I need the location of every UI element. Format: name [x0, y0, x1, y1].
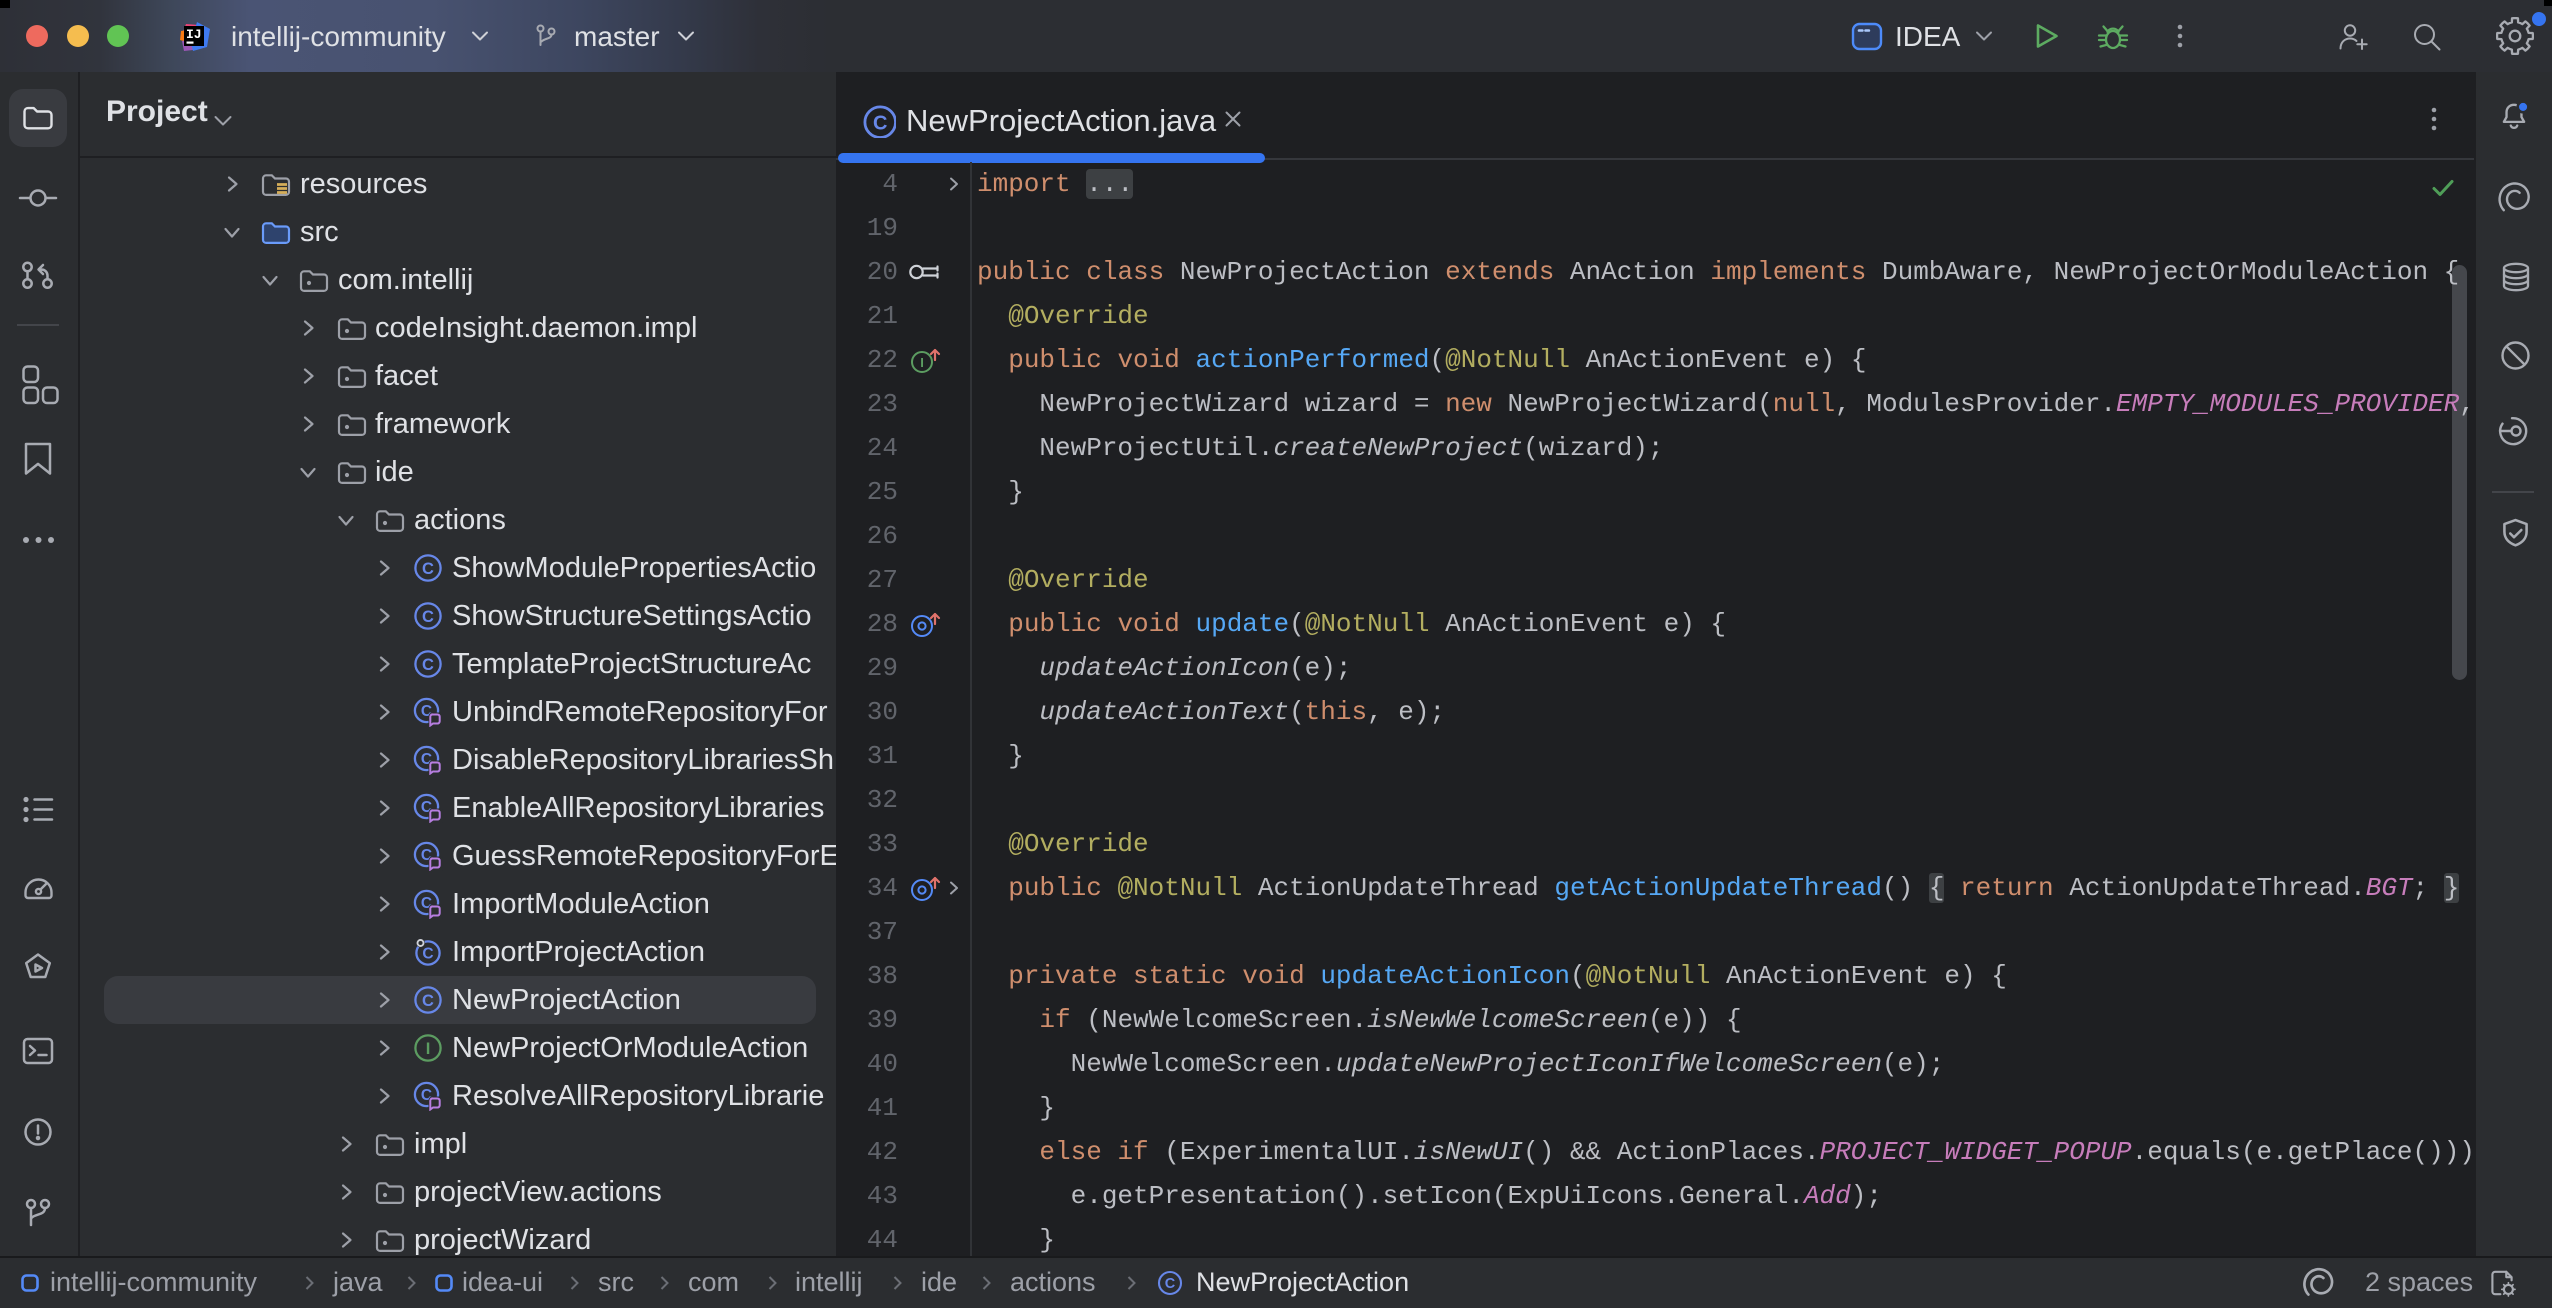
- svg-text:C: C: [1165, 1276, 1176, 1292]
- svg-text:I: I: [920, 355, 924, 370]
- svg-text:IJ: IJ: [186, 27, 202, 42]
